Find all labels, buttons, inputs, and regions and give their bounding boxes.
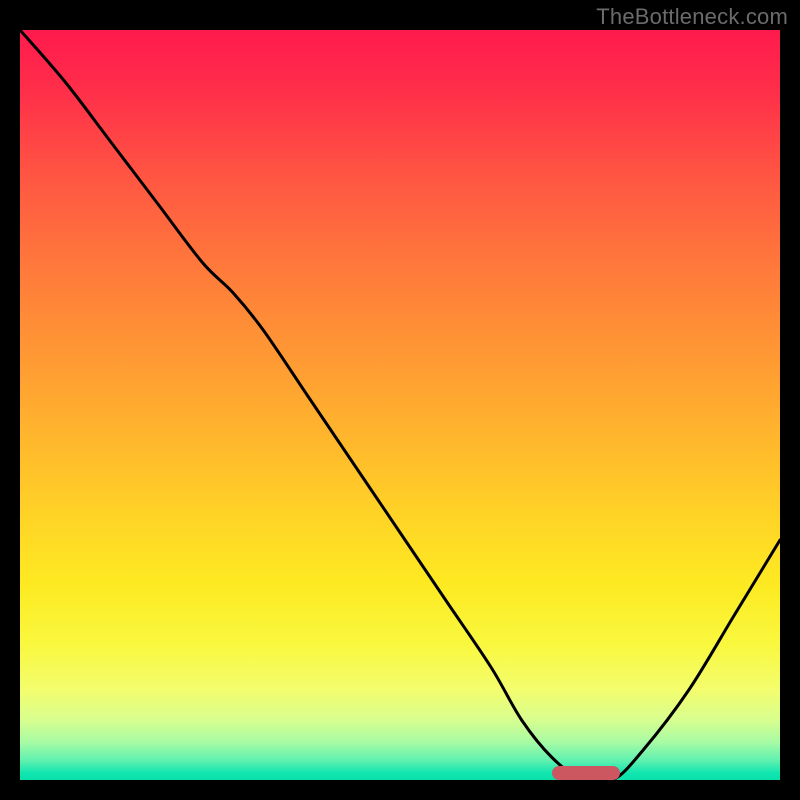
watermark-text: TheBottleneck.com (596, 4, 788, 30)
plot-area (20, 30, 780, 780)
bottleneck-curve (20, 30, 780, 780)
chart-frame: TheBottleneck.com (0, 0, 800, 800)
optimal-marker (552, 766, 620, 780)
